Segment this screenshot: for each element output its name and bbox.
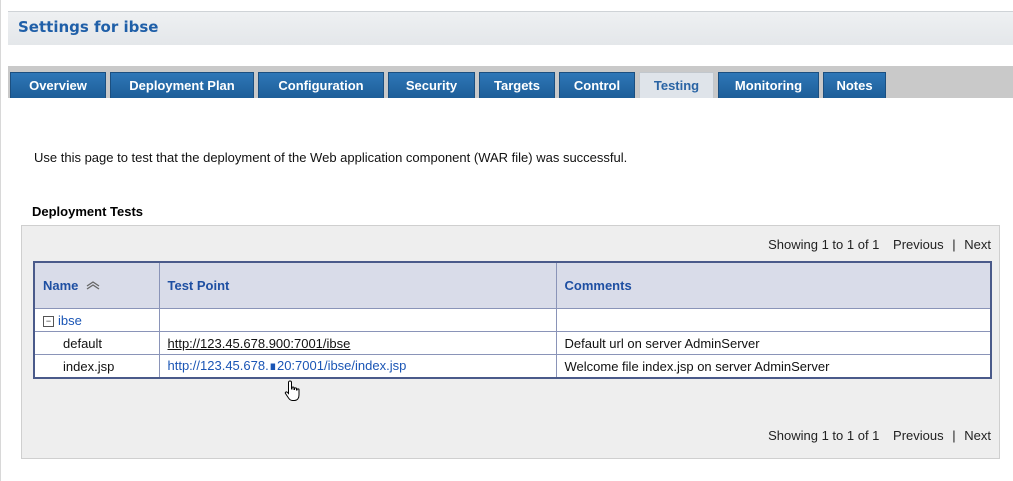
section-title: Deployment Tests	[32, 204, 144, 219]
group-comments-cell	[555, 308, 992, 332]
pager-showing: Showing 1 to 1 of 1	[768, 428, 880, 443]
pager-previous[interactable]: Previous	[893, 237, 944, 252]
tab-configuration[interactable]: Configuration	[258, 72, 384, 98]
page-header: Settings for ibse	[8, 11, 1013, 45]
pager-showing: Showing 1 to 1 of 1	[768, 237, 880, 252]
group-test-point-cell	[158, 308, 557, 332]
row-name: index.jsp	[33, 354, 160, 379]
table-row: default http://123.45.678.900:7001/ibse …	[33, 331, 992, 355]
table-header-row: Name Test Point Comments	[33, 261, 992, 309]
pager-top: Showing 1 to 1 of 1 Previous | Next	[768, 237, 991, 252]
page-description: Use this page to test that the deploymen…	[34, 150, 628, 165]
tab-monitoring[interactable]: Monitoring	[718, 72, 819, 98]
pager-separator: |	[952, 237, 956, 252]
pager-separator: |	[952, 428, 956, 443]
tab-targets[interactable]: Targets	[479, 72, 555, 98]
deployment-tests-table: Name Test Point Comments −ibse default	[33, 261, 992, 379]
table-group-row: − ibse	[33, 308, 992, 332]
test-point-link[interactable]: http://123.45.678.∎20:7001/ibse/index.js…	[168, 358, 407, 373]
column-header-name-label: Name	[43, 278, 79, 293]
tab-security[interactable]: Security	[388, 72, 475, 98]
pager-previous[interactable]: Previous	[893, 428, 944, 443]
tab-notes[interactable]: Notes	[823, 72, 886, 98]
tab-overview[interactable]: Overview	[10, 72, 106, 98]
row-name: default	[33, 331, 160, 355]
tab-testing[interactable]: Testing	[639, 72, 714, 98]
page-title: Settings for ibse	[18, 18, 159, 36]
test-point-link[interactable]: http://123.45.678.900:7001/ibse	[168, 336, 351, 351]
column-header-name[interactable]: Name	[33, 261, 160, 309]
sort-ascending-icon[interactable]	[86, 281, 100, 293]
deployment-tests-panel: Showing 1 to 1 of 1 Previous | Next Name…	[21, 225, 1000, 459]
row-comments: Default url on server AdminServer	[555, 331, 992, 355]
collapse-icon[interactable]: −	[43, 315, 54, 327]
tab-bar: Overview Deployment Plan Configuration S…	[8, 66, 1013, 98]
pager-next[interactable]: Next	[964, 237, 991, 252]
column-header-test-point: Test Point	[158, 261, 557, 309]
table-row: index.jsp http://123.45.678.∎20:7001/ibs…	[33, 354, 992, 379]
tab-control[interactable]: Control	[559, 72, 635, 98]
pager-bottom: Showing 1 to 1 of 1 Previous | Next	[768, 428, 991, 443]
column-header-comments: Comments	[555, 261, 992, 309]
row-comments: Welcome file index.jsp on server AdminSe…	[555, 354, 992, 379]
tab-deployment-plan[interactable]: Deployment Plan	[110, 72, 254, 98]
hand-pointer-icon	[284, 380, 300, 401]
pager-next[interactable]: Next	[964, 428, 991, 443]
page-left-border	[0, 0, 1, 481]
group-cell: − ibse	[33, 308, 160, 332]
group-name[interactable]: ibse	[58, 313, 82, 328]
row-test-point-cell: http://123.45.678.900:7001/ibse	[158, 331, 557, 355]
row-test-point-cell: http://123.45.678.∎20:7001/ibse/index.js…	[158, 354, 557, 379]
